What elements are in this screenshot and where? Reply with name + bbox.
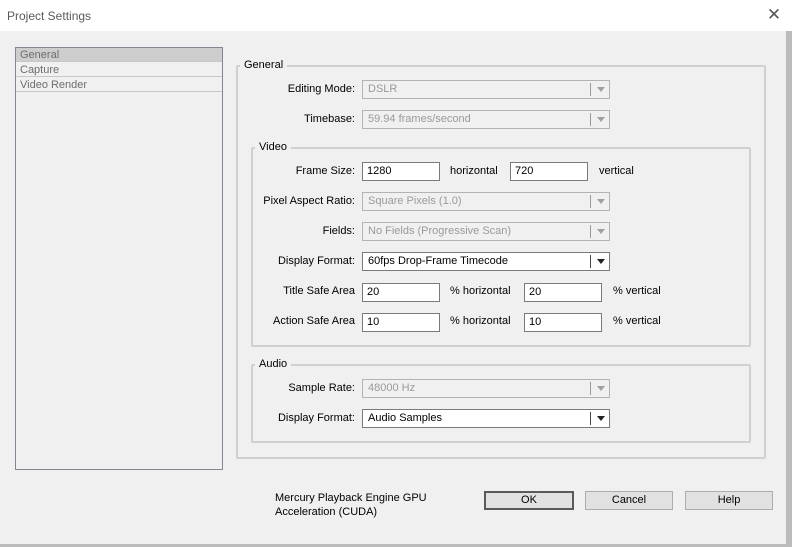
- frame-size-label: Frame Size:: [295, 165, 355, 177]
- frame-height-input[interactable]: 720: [510, 162, 588, 181]
- title-safe-vertical-input[interactable]: 20: [524, 283, 602, 302]
- audio-display-format-label: Display Format:: [277, 412, 355, 424]
- video-display-format-dropdown[interactable]: 60fps Drop-Frame Timecode: [362, 252, 610, 271]
- dropdown-separator: [590, 83, 591, 96]
- ok-button[interactable]: OK: [484, 491, 574, 510]
- gpu-acceleration-note: Mercury Playback Engine GPU Acceleration…: [275, 491, 427, 519]
- settings-category-list[interactable]: General Capture Video Render: [15, 47, 223, 470]
- timebase-label: Timebase:: [304, 113, 355, 125]
- cancel-button[interactable]: Cancel: [585, 491, 673, 510]
- pixel-aspect-label: Pixel Aspect Ratio:: [263, 195, 355, 207]
- close-icon[interactable]: ✕: [764, 5, 784, 25]
- sample-rate-value: 48000 Hz: [368, 382, 416, 394]
- title-safe-vertical-unit: % vertical: [613, 285, 661, 297]
- help-button[interactable]: Help: [685, 491, 773, 510]
- pixel-aspect-value: Square Pixels (1.0): [368, 195, 462, 207]
- general-legend: General: [240, 59, 288, 71]
- action-safe-vertical-unit: % vertical: [613, 315, 661, 327]
- dropdown-separator: [590, 255, 591, 268]
- gpu-note-line-1: Mercury Playback Engine GPU: [275, 492, 427, 504]
- title-bar: [0, 0, 792, 31]
- nav-item-general[interactable]: General: [16, 48, 222, 62]
- sample-rate-dropdown[interactable]: 48000 Hz: [362, 379, 610, 398]
- sample-rate-label: Sample Rate:: [288, 382, 355, 394]
- audio-group: [251, 364, 751, 443]
- dropdown-separator: [590, 412, 591, 425]
- chevron-down-icon: [597, 117, 605, 122]
- audio-display-format-value: Audio Samples: [368, 412, 442, 424]
- dropdown-separator: [590, 195, 591, 208]
- video-display-format-value: 60fps Drop-Frame Timecode: [368, 255, 508, 267]
- nav-item-capture[interactable]: Capture: [16, 63, 222, 77]
- editing-mode-dropdown[interactable]: DSLR: [362, 80, 610, 99]
- window-title: Project Settings: [7, 9, 92, 23]
- timebase-value: 59.94 frames/second: [368, 113, 471, 125]
- pixel-aspect-dropdown[interactable]: Square Pixels (1.0): [362, 192, 610, 211]
- title-safe-horizontal-input[interactable]: 20: [362, 283, 440, 302]
- action-safe-vertical-input[interactable]: 10: [524, 313, 602, 332]
- fields-value: No Fields (Progressive Scan): [368, 225, 512, 237]
- dropdown-separator: [590, 225, 591, 238]
- chevron-down-icon: [597, 199, 605, 204]
- title-safe-label: Title Safe Area: [283, 285, 355, 297]
- dropdown-separator: [590, 113, 591, 126]
- chevron-down-icon: [597, 386, 605, 391]
- chevron-down-icon: [597, 87, 605, 92]
- frame-width-unit: horizontal: [450, 165, 498, 177]
- nav-item-video-render[interactable]: Video Render: [16, 78, 222, 92]
- fields-label: Fields:: [322, 225, 355, 237]
- gpu-note-line-2: Acceleration (CUDA): [275, 506, 378, 518]
- chevron-down-icon: [597, 259, 605, 264]
- video-legend: Video: [255, 141, 291, 153]
- chevron-down-icon: [597, 416, 605, 421]
- action-safe-horizontal-input[interactable]: 10: [362, 313, 440, 332]
- window-edge: [786, 31, 792, 547]
- audio-display-format-dropdown[interactable]: Audio Samples: [362, 409, 610, 428]
- frame-width-input[interactable]: 1280: [362, 162, 440, 181]
- frame-height-unit: vertical: [599, 165, 634, 177]
- editing-mode-value: DSLR: [368, 83, 398, 95]
- action-safe-horizontal-unit: % horizontal: [450, 315, 511, 327]
- editing-mode-label: Editing Mode:: [287, 83, 355, 95]
- fields-dropdown[interactable]: No Fields (Progressive Scan): [362, 222, 610, 241]
- timebase-dropdown[interactable]: 59.94 frames/second: [362, 110, 610, 129]
- video-display-format-label: Display Format:: [277, 255, 355, 267]
- chevron-down-icon: [597, 229, 605, 234]
- audio-legend: Audio: [255, 358, 292, 370]
- dropdown-separator: [590, 382, 591, 395]
- action-safe-label: Action Safe Area: [273, 315, 355, 327]
- title-safe-horizontal-unit: % horizontal: [450, 285, 511, 297]
